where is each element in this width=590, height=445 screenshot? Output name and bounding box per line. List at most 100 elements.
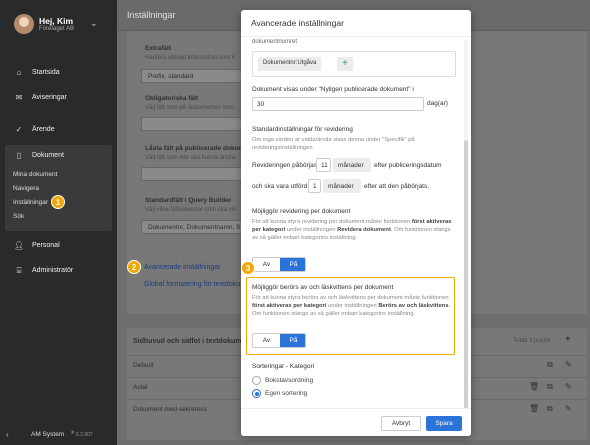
- recent-days-input[interactable]: 30: [252, 97, 424, 111]
- cancel-button[interactable]: Avbryt: [381, 416, 421, 431]
- advanced-settings-modal: Avancerade inställningar dokumentnumret …: [241, 10, 471, 436]
- row-label: Default: [133, 362, 154, 369]
- section-label: Standardfält i Query Builder: [145, 197, 232, 204]
- enable-revision-toggle[interactable]: Av På: [252, 257, 306, 272]
- section-label: Extrafält: [145, 45, 172, 52]
- step-badge-1: 1: [51, 195, 65, 209]
- document-icon: ▯: [16, 151, 22, 160]
- toggle-on[interactable]: På: [280, 258, 305, 271]
- partial-label: dokumentnumret: [252, 39, 298, 45]
- user-menu[interactable]: Hej, Kim Företaget AB ⌄: [14, 14, 110, 36]
- locked-fields-select[interactable]: [141, 167, 245, 181]
- sidebar: Hej, Kim Företaget AB ⌄ ⌂ Startsida ✉ Av…: [0, 0, 117, 445]
- copy-icon[interactable]: ⧉: [547, 404, 553, 414]
- edit-icon[interactable]: ✎: [565, 404, 572, 413]
- nav-item-dokument[interactable]: ▯ Dokument: [0, 150, 117, 164]
- revision-start-number[interactable]: 11: [316, 158, 331, 172]
- bank-icon: ⌸: [16, 266, 22, 275]
- nav-item-administrator[interactable]: ⌸ Administratör: [0, 265, 117, 279]
- revision-title: Standardinställningar för revidering: [252, 126, 353, 133]
- edit-icon[interactable]: ✎: [565, 360, 572, 369]
- recent-docs-label: Dokument visas under "Nyligen publicerad…: [252, 86, 414, 93]
- row-label: Dokument med sekretess: [133, 406, 207, 413]
- company-name: Företaget AB: [39, 26, 75, 32]
- radio-label: Bokstavsordning: [265, 377, 314, 384]
- readers-title: Möjliggör berörs av och läskvittens per …: [252, 284, 394, 291]
- copy-icon[interactable]: ⧉: [547, 382, 553, 392]
- trash-icon[interactable]: 🗑︎: [529, 404, 539, 413]
- document-submenu: ▯ Dokument Mina dokument Navigera Instäl…: [5, 145, 112, 231]
- section-help: Hantera utökad information som k: [145, 55, 236, 61]
- nav-label: Ärende: [32, 126, 55, 133]
- global-formatting-link[interactable]: Global formatering för textdoku: [144, 281, 240, 288]
- nav-label: Administratör: [32, 267, 74, 274]
- chevron-left-icon[interactable]: ‹: [6, 430, 9, 439]
- radio-alphabetical[interactable]: [252, 376, 261, 385]
- row-label: Avtal: [133, 384, 148, 391]
- advanced-settings-link[interactable]: Avancerade inställningar: [144, 264, 221, 271]
- trash-icon[interactable]: 🗑︎: [529, 382, 539, 391]
- save-button[interactable]: Spara: [426, 416, 462, 431]
- sub-item-installningar[interactable]: Inställningar: [13, 199, 48, 206]
- revision-start-suffix: efter publiceringsdatum: [374, 162, 442, 169]
- radio-custom-sort[interactable]: [252, 389, 261, 398]
- radio-label: Egen sortering: [265, 390, 308, 397]
- sort-title: Sorteringar - Kategori: [252, 363, 315, 370]
- nav-label: Dokument: [32, 152, 64, 159]
- modal-title: Avancerade inställningar: [251, 18, 344, 28]
- nav-label: Startsida: [32, 69, 60, 76]
- copy-icon[interactable]: ⧉: [547, 360, 553, 370]
- enable-revision-help: För att kunna styra revidering per dokum…: [252, 219, 452, 241]
- chevron-down-icon[interactable]: ⌄: [90, 18, 98, 29]
- nav-item-startsida[interactable]: ⌂ Startsida: [0, 67, 117, 81]
- revision-help: Om inga värden är valda/ärvda visas denn…: [252, 137, 415, 151]
- section-label: Obligatoriska fält: [145, 95, 199, 102]
- section-help: Välj vilka fältkolumner som ska vis: [145, 207, 237, 213]
- revision-done-unit-select[interactable]: månader: [323, 179, 361, 193]
- required-fields-select[interactable]: [141, 117, 245, 131]
- toggle-on[interactable]: På: [280, 334, 305, 347]
- scrollbar-thumb[interactable]: [464, 140, 468, 410]
- nav-label: Aviseringar: [32, 94, 67, 101]
- modal-footer: Avbryt Spara: [241, 408, 471, 436]
- nav-item-personal[interactable]: 👤︎ Personal: [0, 240, 117, 254]
- document-number-format-box: Dokumentnr:Utgåva +: [252, 51, 456, 77]
- extrafalt-select[interactable]: Prefix, standard: [141, 69, 245, 83]
- nav-item-arende[interactable]: ✓ Ärende: [0, 124, 117, 138]
- section-help: Välj fält som på dokumenten som: [145, 105, 234, 111]
- footer-brand: AM System: [31, 431, 65, 438]
- revision-done-label: och ska vara utförd: [252, 183, 308, 190]
- nav-item-aviseringar[interactable]: ✉ Aviseringar: [0, 92, 117, 106]
- sub-item-navigera[interactable]: Navigera: [13, 185, 39, 192]
- sub-item-sok[interactable]: Sök: [13, 213, 24, 220]
- step-badge-2: 2: [127, 260, 141, 274]
- add-icon[interactable]: +: [565, 334, 571, 345]
- step-badge-3: 3: [241, 261, 255, 275]
- page-title: Inställningar: [127, 10, 176, 20]
- toggle-off[interactable]: Av: [253, 334, 280, 347]
- total-count: Totalt 3 poster: [513, 338, 551, 344]
- revision-start-label: Revideringen påbörjas: [252, 162, 318, 169]
- edit-icon[interactable]: ✎: [565, 382, 572, 391]
- query-builder-select[interactable]: Dokumentnr, Dokumentnamn, S: [141, 220, 245, 234]
- recent-days-unit: dag(ar): [427, 100, 448, 107]
- avatar: [14, 14, 34, 34]
- section-help: Välj fält som inte ska kunna ändra: [145, 155, 236, 161]
- modal-body: dokumentnumret Dokumentnr:Utgåva + Dokum…: [241, 36, 471, 408]
- sub-item-mina-dokument[interactable]: Mina dokument: [13, 171, 57, 178]
- add-format-button[interactable]: +: [337, 57, 353, 71]
- person-icon: 👤︎: [14, 241, 25, 250]
- format-chip[interactable]: Dokumentnr:Utgåva: [258, 57, 322, 71]
- readers-toggle[interactable]: Av På: [252, 333, 306, 348]
- revision-done-suffix: efter att den påbörjats.: [364, 183, 430, 190]
- revision-start-unit-select[interactable]: månader: [333, 158, 371, 172]
- user-name: Hej, Kim: [39, 16, 74, 26]
- enable-revision-title: Möjliggör revidering per dokument: [252, 208, 351, 215]
- section-label: Låsta fält på publicerade dokument: [145, 145, 255, 152]
- toggle-off[interactable]: Av: [253, 258, 280, 271]
- home-icon: ⌂: [16, 68, 22, 77]
- revision-done-number[interactable]: 1: [308, 179, 321, 193]
- footer-version: 6.2.007: [76, 432, 93, 438]
- readers-help: För att kunna styra berörs av och läskvi…: [252, 295, 451, 317]
- nav-label: Personal: [32, 242, 60, 249]
